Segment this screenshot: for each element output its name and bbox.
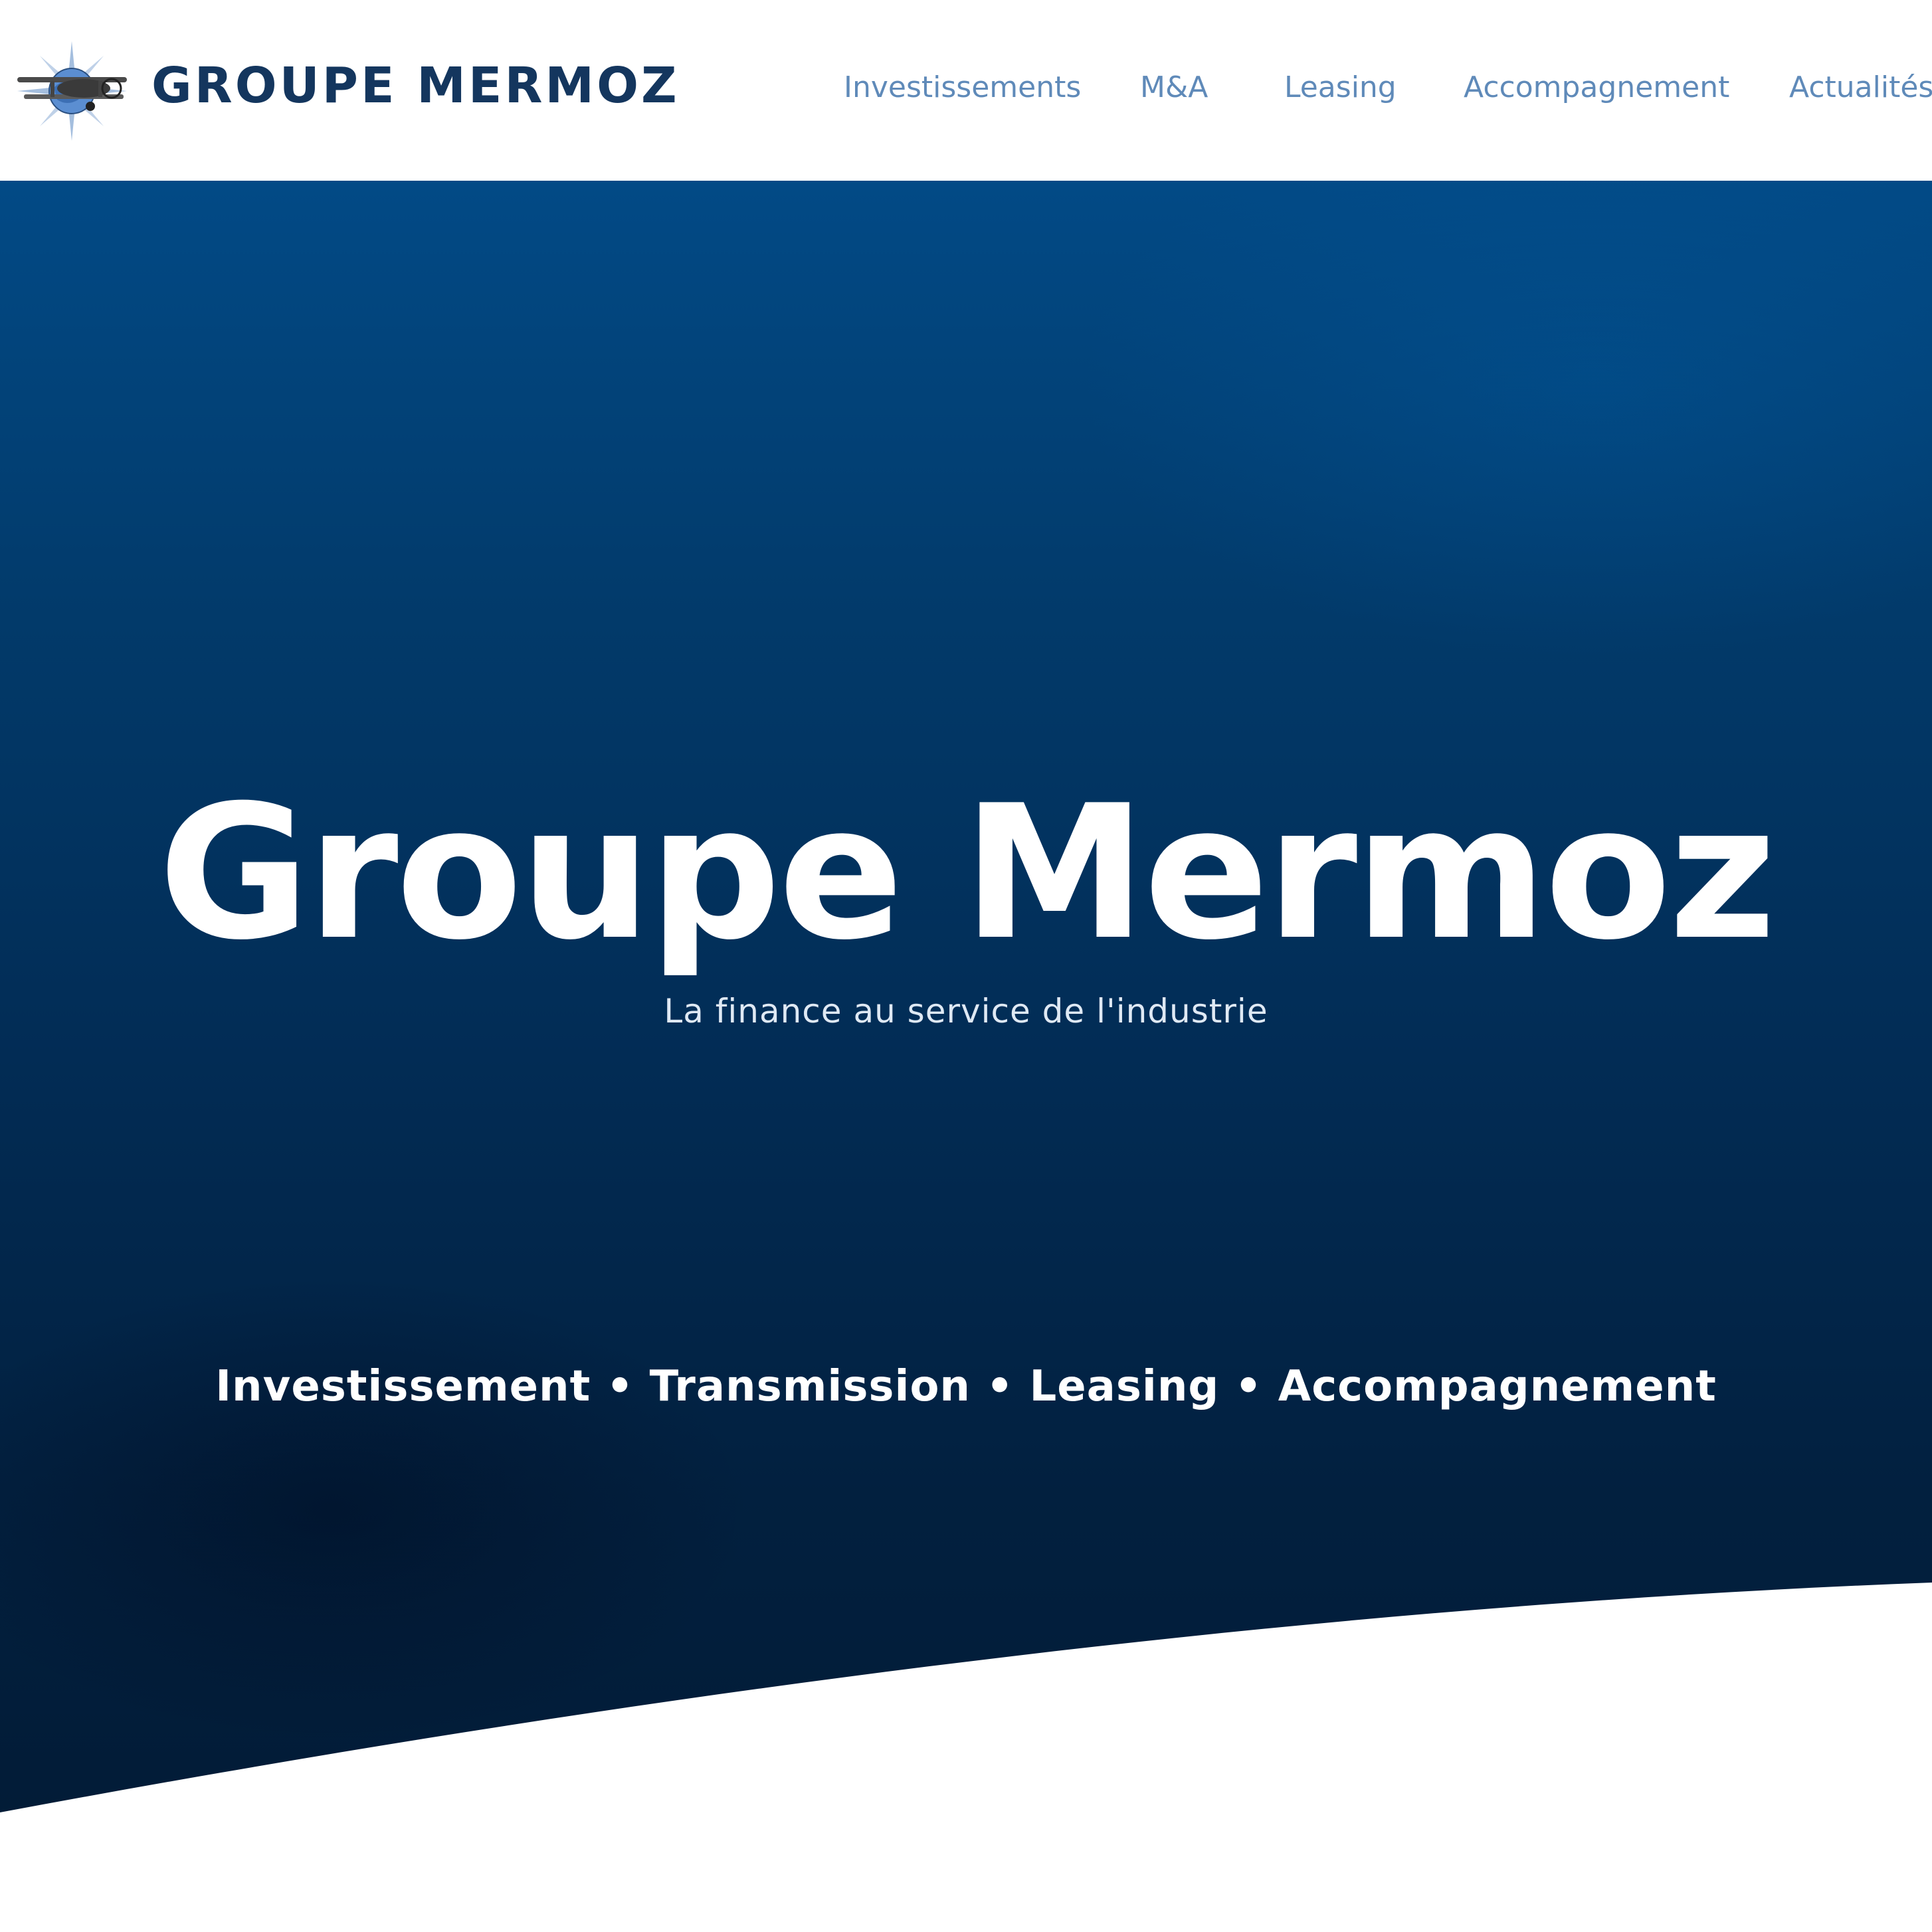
nav-item-leasing[interactable]: Leasing [1284, 73, 1397, 102]
nav-item-actualites[interactable]: Actualités [1789, 73, 1932, 102]
nav-item-investissements[interactable]: Investissements [844, 73, 1081, 102]
hero-section: Groupe Mermoz La finance au service de l… [0, 181, 1932, 1932]
nav-item-m-and-a[interactable]: M&A [1140, 73, 1208, 102]
site-header: GROUPE MERMOZ Investissements M&A Leasin… [0, 0, 1932, 181]
hero-services-tagline: Investissement • Transmission • Leasing … [215, 1362, 1717, 1411]
nav-item-accompagnement[interactable]: Accompagnement [1464, 73, 1729, 102]
hero-subtitle: La finance au service de l'industrie [664, 992, 1268, 1030]
page: GROUPE MERMOZ Investissements M&A Leasin… [0, 0, 1932, 1932]
hero-title: Groupe Mermoz [158, 765, 1776, 981]
main-nav: Investissements M&A Leasing Accompagneme… [0, 73, 1932, 113]
